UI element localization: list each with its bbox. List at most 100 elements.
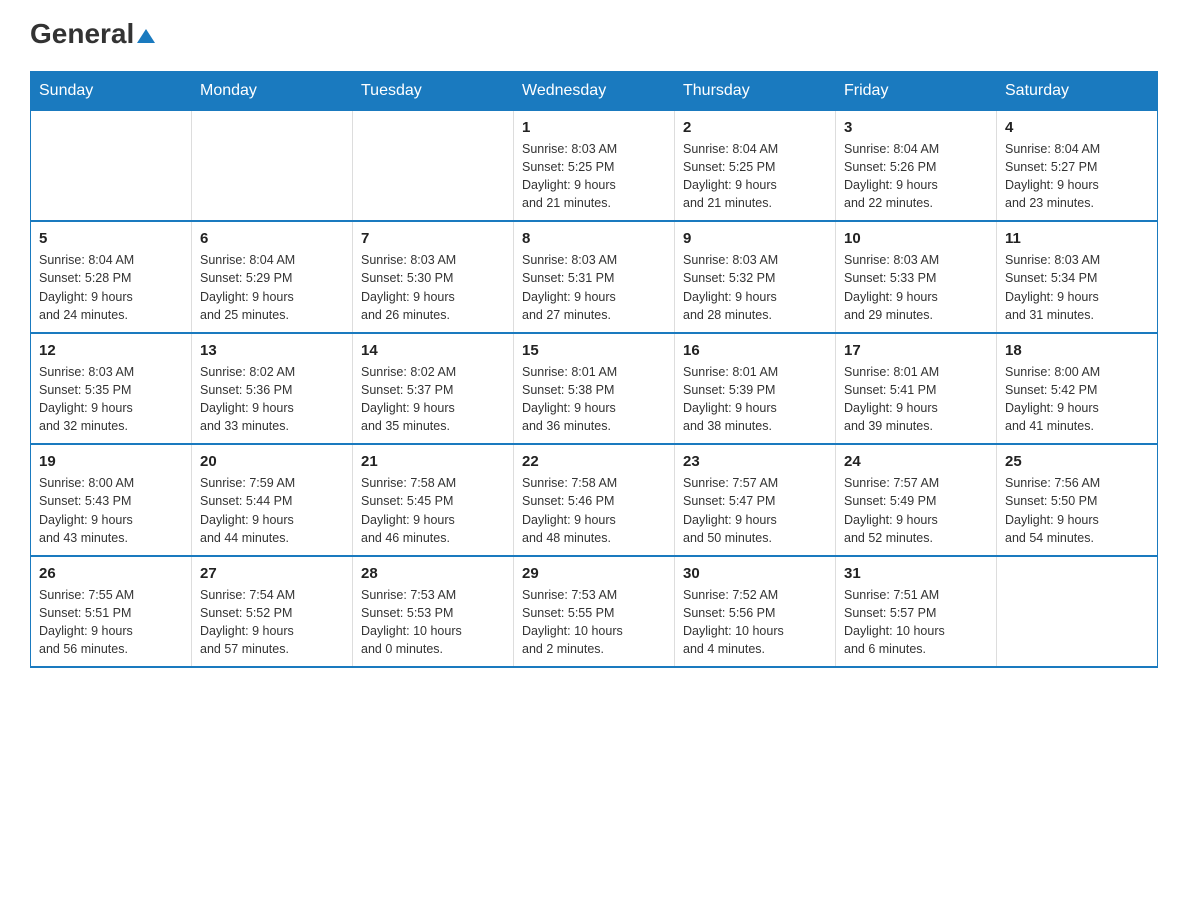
logo-general-text: General [30,18,134,49]
day-cell: 9Sunrise: 8:03 AMSunset: 5:32 PMDaylight… [675,221,836,333]
day-cell: 29 Sunrise: 7:53 AMSunset: 5:55 PMDayligh… [514,556,675,668]
day-info: Sunrise: 8:03 AMSunset: 5:34 PMDaylight:… [1005,251,1149,324]
day-cell: 1 Sunrise: 8:03 AMSunset: 5:25 PMDaylight… [514,110,675,221]
day-cell: 5 Sunrise: 8:04 AMSunset: 5:28 PMDaylight… [31,221,192,333]
day-number: 18 [1005,342,1149,359]
logo-general-line: General [30,20,155,49]
day-cell: 28Sunrise: 7:53 AMSunset: 5:53 PMDayligh… [353,556,514,668]
day-info: Sunrise: 7:55 AMSunset: 5:51 PMDaylight:… [39,586,183,659]
day-number: 6 [200,230,344,247]
day-info: Sunrise: 7:57 AMSunset: 5:49 PMDaylight:… [844,474,988,547]
day-cell: 16 Sunrise: 8:01 AMSunset: 5:39 PMDayligh… [675,333,836,445]
day-info: Sunrise: 8:03 AMSunset: 5:31 PMDaylight:… [522,251,666,324]
day-info: Sunrise: 8:01 AMSunset: 5:38 PMDaylight:… [522,363,666,436]
day-number: 26 [39,565,183,582]
day-info: Sunrise: 7:59 AMSunset: 5:44 PMDaylight:… [200,474,344,547]
day-number: 13 [200,342,344,359]
day-info: Sunrise: 8:02 AMSunset: 5:37 PMDaylight:… [361,363,505,436]
week-row-1: 1 Sunrise: 8:03 AMSunset: 5:25 PMDaylight… [31,110,1158,221]
day-number: 22 [522,453,666,470]
day-cell: 23 Sunrise: 7:57 AMSunset: 5:47 PMDayligh… [675,444,836,556]
day-number: 27 [200,565,344,582]
day-cell: 24 Sunrise: 7:57 AMSunset: 5:49 PMDayligh… [836,444,997,556]
day-cell: 3 Sunrise: 8:04 AMSunset: 5:26 PMDaylight… [836,110,997,221]
day-cell: 27 Sunrise: 7:54 AMSunset: 5:52 PMDayligh… [192,556,353,668]
day-number: 20 [200,453,344,470]
calendar-header: SundayMondayTuesdayWednesdayThursdayFrid… [31,71,1158,110]
day-info: Sunrise: 8:03 AMSunset: 5:33 PMDaylight:… [844,251,988,324]
day-cell: 12 Sunrise: 8:03 AMSunset: 5:35 PMDayligh… [31,333,192,445]
day-number: 19 [39,453,183,470]
day-info: Sunrise: 8:01 AMSunset: 5:41 PMDaylight:… [844,363,988,436]
day-cell: 6 Sunrise: 8:04 AMSunset: 5:29 PMDaylight… [192,221,353,333]
day-cell [192,110,353,221]
weekday-header-sunday: Sunday [31,71,192,110]
day-info: Sunrise: 8:03 AMSunset: 5:30 PMDaylight:… [361,251,505,324]
day-info: Sunrise: 8:03 AMSunset: 5:25 PMDaylight:… [522,140,666,213]
day-cell [353,110,514,221]
day-info: Sunrise: 8:04 AMSunset: 5:26 PMDaylight:… [844,140,988,213]
day-number: 4 [1005,119,1149,136]
logo-triangle-icon [137,29,155,43]
day-cell: 11 Sunrise: 8:03 AMSunset: 5:34 PMDayligh… [997,221,1158,333]
day-cell: 20 Sunrise: 7:59 AMSunset: 5:44 PMDayligh… [192,444,353,556]
day-cell: 19 Sunrise: 8:00 AMSunset: 5:43 PMDayligh… [31,444,192,556]
week-row-2: 5 Sunrise: 8:04 AMSunset: 5:28 PMDaylight… [31,221,1158,333]
day-number: 29 [522,565,666,582]
day-number: 9 [683,230,827,247]
day-cell: 15Sunrise: 8:01 AMSunset: 5:38 PMDayligh… [514,333,675,445]
week-row-3: 12 Sunrise: 8:03 AMSunset: 5:35 PMDayligh… [31,333,1158,445]
day-cell: 31Sunrise: 7:51 AMSunset: 5:57 PMDayligh… [836,556,997,668]
day-number: 8 [522,230,666,247]
day-info: Sunrise: 8:01 AMSunset: 5:39 PMDaylight:… [683,363,827,436]
day-number: 3 [844,119,988,136]
day-cell: 14 Sunrise: 8:02 AMSunset: 5:37 PMDayligh… [353,333,514,445]
day-number: 10 [844,230,988,247]
day-number: 11 [1005,230,1149,247]
day-number: 23 [683,453,827,470]
day-number: 21 [361,453,505,470]
day-cell: 4 Sunrise: 8:04 AMSunset: 5:27 PMDaylight… [997,110,1158,221]
day-cell: 17 Sunrise: 8:01 AMSunset: 5:41 PMDayligh… [836,333,997,445]
day-cell: 22Sunrise: 7:58 AMSunset: 5:46 PMDayligh… [514,444,675,556]
day-info: Sunrise: 7:57 AMSunset: 5:47 PMDaylight:… [683,474,827,547]
calendar-body: 1 Sunrise: 8:03 AMSunset: 5:25 PMDaylight… [31,110,1158,667]
day-number: 5 [39,230,183,247]
weekday-header-tuesday: Tuesday [353,71,514,110]
day-cell: 2Sunrise: 8:04 AMSunset: 5:25 PMDaylight… [675,110,836,221]
day-number: 17 [844,342,988,359]
header: General [30,20,1158,51]
day-number: 16 [683,342,827,359]
day-number: 25 [1005,453,1149,470]
day-cell: 26 Sunrise: 7:55 AMSunset: 5:51 PMDayligh… [31,556,192,668]
day-info: Sunrise: 7:52 AMSunset: 5:56 PMDaylight:… [683,586,827,659]
day-number: 1 [522,119,666,136]
weekday-header-thursday: Thursday [675,71,836,110]
day-cell [31,110,192,221]
week-row-4: 19 Sunrise: 8:00 AMSunset: 5:43 PMDayligh… [31,444,1158,556]
day-info: Sunrise: 8:04 AMSunset: 5:28 PMDaylight:… [39,251,183,324]
day-info: Sunrise: 8:03 AMSunset: 5:35 PMDaylight:… [39,363,183,436]
day-info: Sunrise: 7:54 AMSunset: 5:52 PMDaylight:… [200,586,344,659]
day-cell: 7Sunrise: 8:03 AMSunset: 5:30 PMDaylight… [353,221,514,333]
day-number: 24 [844,453,988,470]
day-number: 30 [683,565,827,582]
day-cell: 8 Sunrise: 8:03 AMSunset: 5:31 PMDaylight… [514,221,675,333]
calendar-table: SundayMondayTuesdayWednesdayThursdayFrid… [30,71,1158,669]
weekday-header-monday: Monday [192,71,353,110]
weekday-header-saturday: Saturday [997,71,1158,110]
day-number: 28 [361,565,505,582]
day-cell: 21 Sunrise: 7:58 AMSunset: 5:45 PMDayligh… [353,444,514,556]
page: General SundayMondayTuesdayWednesdayThur… [0,0,1188,688]
day-info: Sunrise: 7:53 AMSunset: 5:55 PMDaylight:… [522,586,666,659]
day-cell: 10 Sunrise: 8:03 AMSunset: 5:33 PMDayligh… [836,221,997,333]
day-number: 14 [361,342,505,359]
day-number: 12 [39,342,183,359]
day-info: Sunrise: 8:04 AMSunset: 5:27 PMDaylight:… [1005,140,1149,213]
day-number: 31 [844,565,988,582]
day-info: Sunrise: 8:04 AMSunset: 5:29 PMDaylight:… [200,251,344,324]
logo: General [30,20,155,51]
day-cell: 25Sunrise: 7:56 AMSunset: 5:50 PMDayligh… [997,444,1158,556]
day-info: Sunrise: 7:58 AMSunset: 5:45 PMDaylight:… [361,474,505,547]
day-info: Sunrise: 8:00 AMSunset: 5:43 PMDaylight:… [39,474,183,547]
